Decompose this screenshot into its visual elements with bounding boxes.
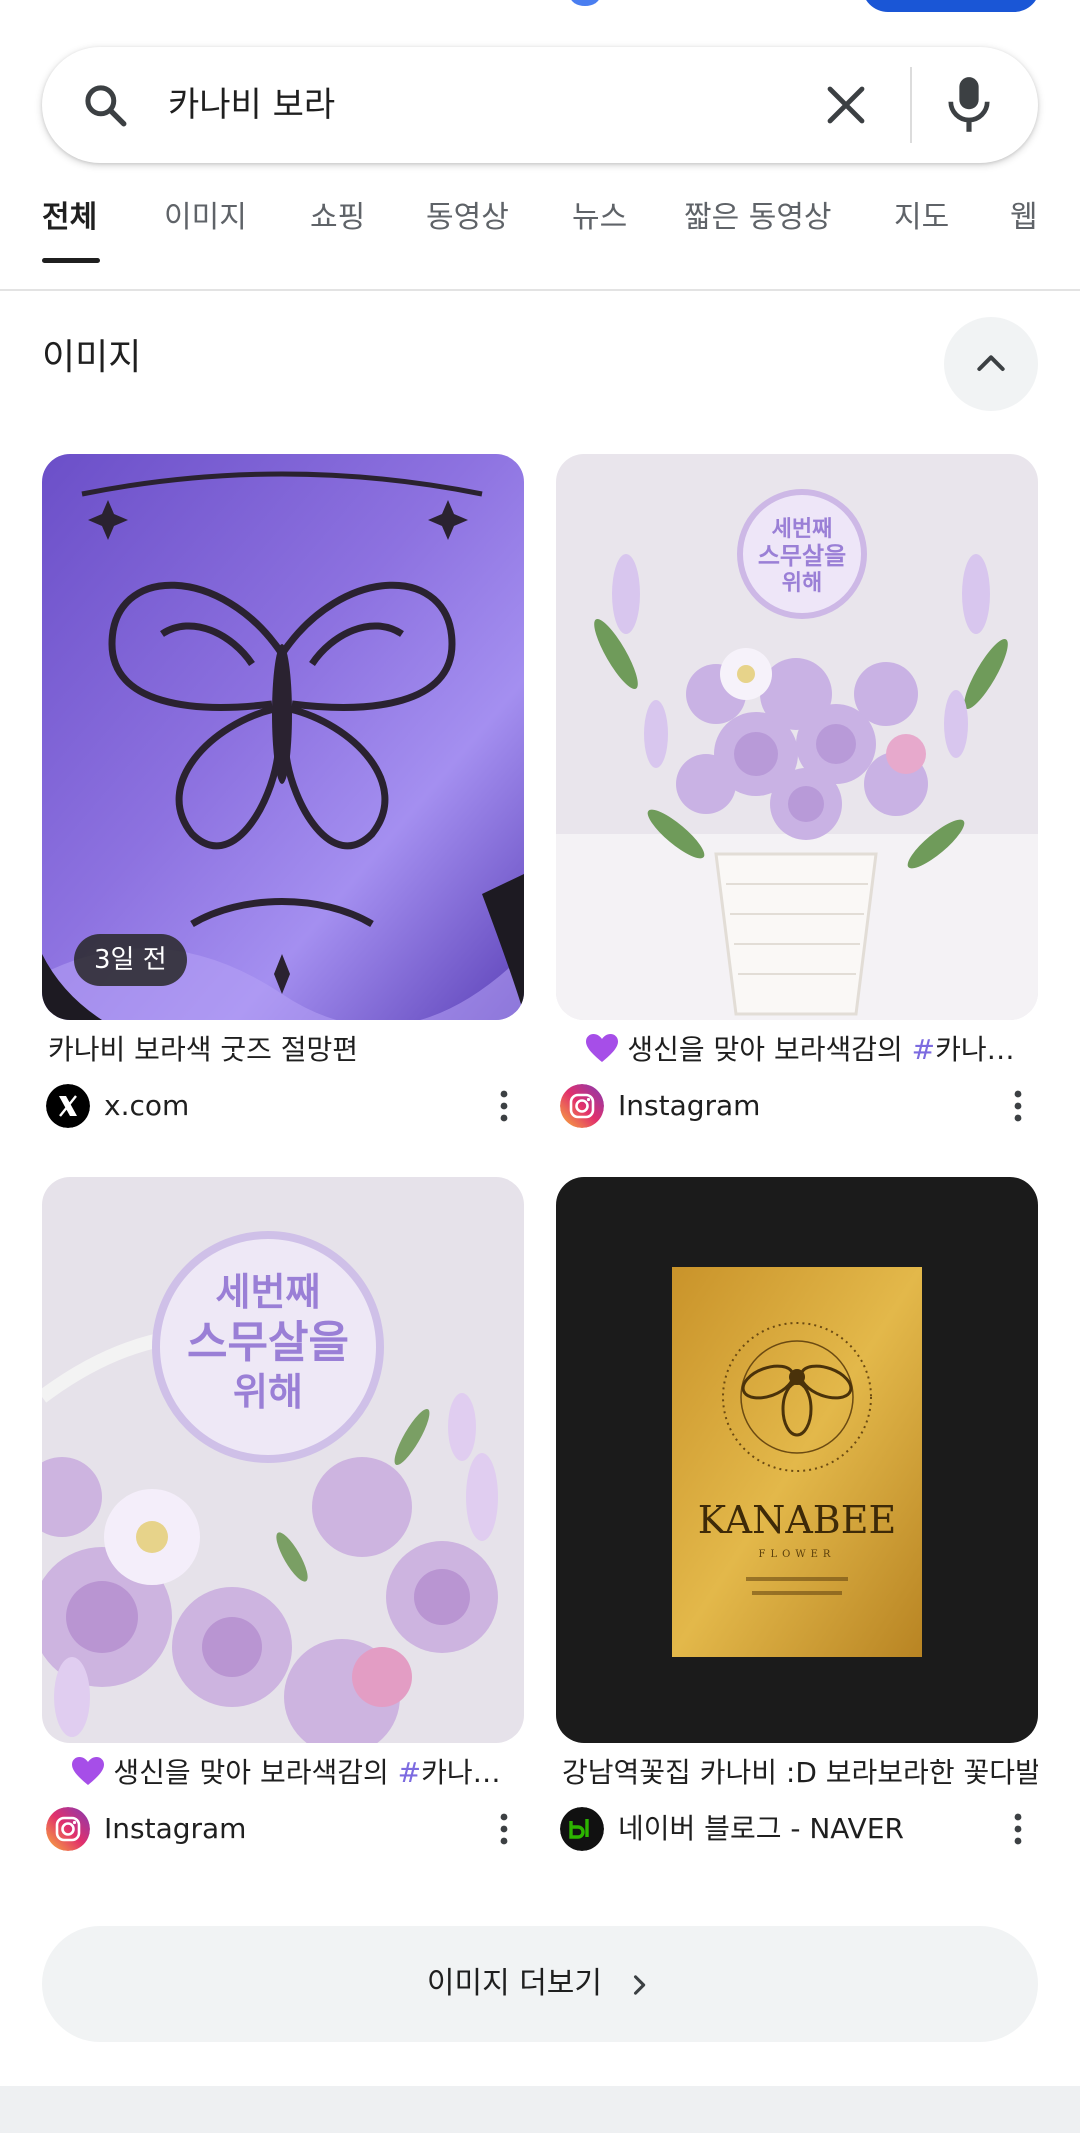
image-title-tail: 카나… [935,1033,1015,1066]
svg-text:세번째: 세번째 [216,1270,321,1314]
svg-text:스무살을: 스무살을 [187,1317,349,1368]
kanabee-logo-text: KANABEE [698,1498,896,1542]
svg-text:스무살을: 스무살을 [758,542,846,570]
naver-blog-icon [560,1807,604,1851]
chevron-right-icon [634,1975,646,1995]
kanabee-logo-sub: FLOWER [759,1549,836,1560]
image-result-3[interactable]: 세번째 스무살을 위해 생신을 맞아 보라색감의 #카나… Instagram [42,1177,524,1857]
source-name[interactable]: 네이버 블로그 - NAVER [618,1809,904,1849]
mic-icon[interactable] [942,75,996,135]
collapse-button[interactable] [944,317,1038,411]
search-divider [910,67,912,143]
image-title-text: 생신을 맞아 보라색감의 [627,1033,912,1066]
image-title[interactable]: 카나비 보라색 굿즈 절망편 [42,1030,524,1070]
image-title-tail: 카나… [421,1756,501,1789]
x-logo-icon [46,1084,90,1128]
section-separator [0,2086,1080,2133]
hashtag-symbol: # [911,1033,936,1066]
image-title[interactable]: 생신을 맞아 보라색감의 #카나… [42,1753,524,1793]
source-name[interactable]: Instagram [618,1086,760,1126]
tab-images[interactable]: 이미지 [164,190,247,246]
search-bar[interactable]: 카나비 보라 [42,47,1038,163]
account-dot [570,0,600,6]
source-name[interactable]: x.com [104,1086,189,1126]
svg-text:위해: 위해 [233,1370,303,1414]
sign-in-button[interactable] [862,0,1040,12]
more-options-icon[interactable] [1008,1809,1028,1849]
age-badge: 3일 전 [74,934,187,986]
more-images-label: 이미지 더보기 [426,1966,603,2001]
image-result-1[interactable]: 3일 전 카나비 보라색 굿즈 절망편 x.com [42,454,524,1134]
image-title[interactable]: 강남역꽃집 카나비 :D 보라보라한 꽃다발 … [556,1753,1038,1793]
source-name[interactable]: Instagram [104,1809,246,1849]
instagram-icon [46,1807,90,1851]
more-options-icon[interactable] [494,1809,514,1849]
tab-all[interactable]: 전체 [42,190,97,246]
image-title[interactable]: 생신을 맞아 보라색감의 #카나… [556,1030,1038,1070]
image-title-text: 생신을 맞아 보라색감의 [113,1756,398,1789]
close-icon[interactable] [822,81,870,129]
tab-shopping[interactable]: 쇼핑 [310,190,365,246]
image-source[interactable]: x.com [42,1078,524,1134]
image-thumbnail[interactable]: 세번째 스무살을 위해 [556,454,1038,1020]
more-options-icon[interactable] [1008,1086,1028,1126]
instagram-icon [560,1084,604,1128]
chevron-up-icon [977,355,1005,371]
image-source[interactable]: 네이버 블로그 - NAVER [556,1801,1038,1857]
image-source[interactable]: Instagram [42,1801,524,1857]
image-source[interactable]: Instagram [556,1078,1038,1134]
svg-text:세번째: 세번째 [772,517,833,542]
tabs-divider [0,289,1080,291]
purple-heart-icon [586,1034,619,1062]
search-tabs: 전체 이미지 쇼핑 동영상 뉴스 짧은 동영상 지도 웹 [42,190,1080,266]
tab-maps[interactable]: 지도 [894,190,949,246]
image-thumbnail[interactable]: 세번째 스무살을 위해 [42,1177,524,1743]
image-thumbnail[interactable]: KANABEE FLOWER [556,1177,1038,1743]
active-tab-indicator [42,258,100,263]
search-icon[interactable] [80,80,130,130]
tab-videos[interactable]: 동영상 [426,190,509,246]
search-input[interactable]: 카나비 보라 [168,81,335,129]
hashtag-symbol: # [397,1756,422,1789]
image-result-4[interactable]: KANABEE FLOWER 강남역꽃집 카나비 :D 보라보라한 꽃다발 … … [556,1177,1038,1857]
more-images-button[interactable]: 이미지 더보기 [42,1926,1038,2042]
tab-short-videos[interactable]: 짧은 동영상 [684,190,832,246]
more-options-icon[interactable] [494,1086,514,1126]
svg-text:위해: 위해 [782,571,822,596]
image-result-2[interactable]: 세번째 스무살을 위해 생신을 맞아 보라색감의 #카나… Instagram [556,454,1038,1134]
purple-heart-icon [72,1757,105,1785]
tab-web[interactable]: 웹 [1010,190,1038,246]
section-title-images: 이미지 [42,337,142,378]
image-thumbnail[interactable]: 3일 전 [42,454,524,1020]
tab-news[interactable]: 뉴스 [572,190,627,246]
